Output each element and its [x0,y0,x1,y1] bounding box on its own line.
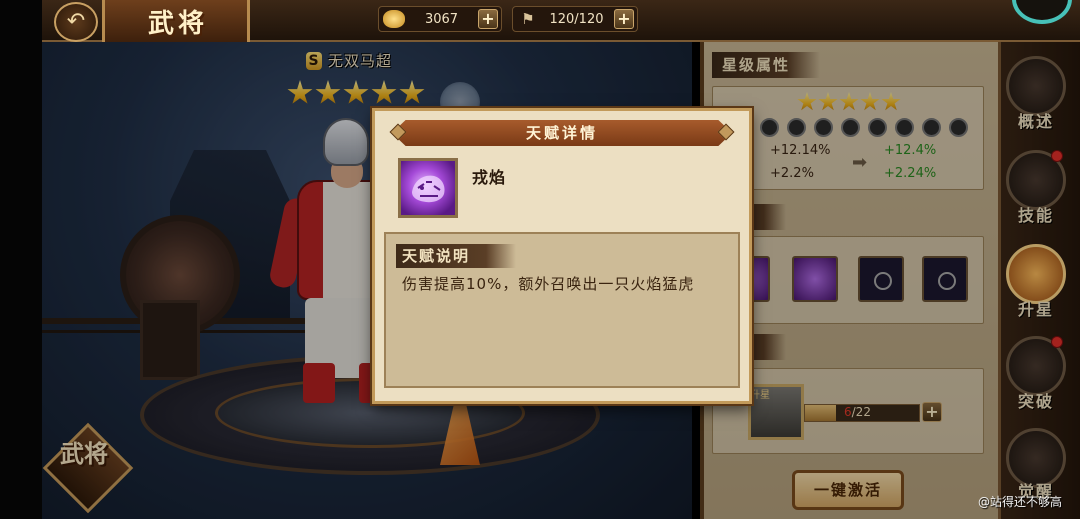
gold-counter: 3067 + [378,6,502,32]
talent-name: 戎焰 [472,168,507,187]
stamina-flag-icon: ⚑ [521,10,535,28]
stamina-value: 120/120 [549,11,604,27]
talent-description-header: 天赋说明 [396,244,516,268]
dialog-title: 天赋详情 [525,124,598,142]
add-stamina-button[interactable]: + [614,9,634,29]
watermark: @站得还不够高 [978,495,1063,509]
purple-tiger-icon [412,175,445,203]
gold-ingot-icon [383,10,405,28]
game-screen: S 无双马超 武将 ↶ 武将 3067 + ⚑ 120/120 + 星级属性 +… [0,0,1080,519]
talent-description-text: 伤害提高10%，额外召唤出一只火焰猛虎 [402,275,695,293]
page-title: 武将 [148,9,209,39]
left-border [0,0,42,519]
back-arrow-icon: ↶ [66,9,86,34]
back-button[interactable]: ↶ [54,2,98,42]
add-gold-button[interactable]: + [478,9,498,29]
stamina-counter: ⚑ 120/120 + [512,6,638,32]
gold-value: 3067 [424,11,459,27]
